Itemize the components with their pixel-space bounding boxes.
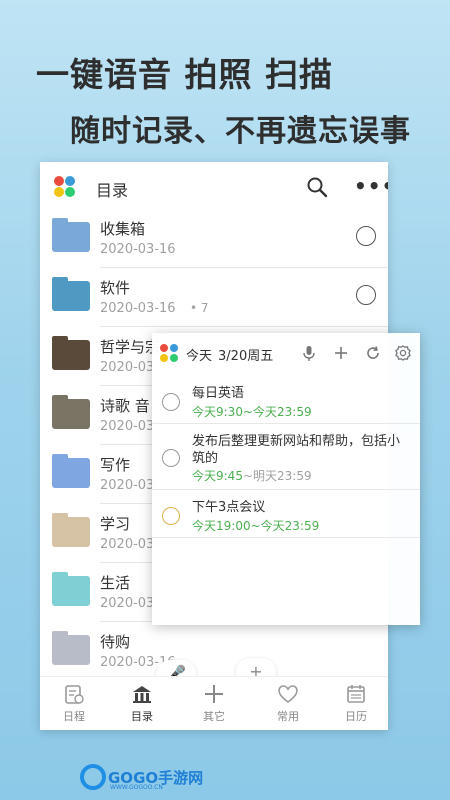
task-time-separator: ~ [242, 469, 254, 483]
task-time-end: 明天23:59 [253, 469, 312, 483]
gogo-logo-icon [80, 764, 106, 790]
search-icon[interactable] [306, 176, 328, 198]
catalog-icon [133, 686, 151, 703]
philosophy-folder-icon [52, 336, 90, 370]
folder-date: 2020-03- [100, 537, 160, 552]
task-time: 今天9:45~明天23:59 [192, 467, 312, 484]
task-time-separator: ~ [242, 405, 254, 419]
top-bar: 目录 ••• [40, 162, 388, 212]
inbox-folder-icon [52, 218, 90, 252]
app-logo-icon [54, 176, 76, 198]
task-title: 每日英语 [192, 386, 245, 401]
settings-icon[interactable] [394, 344, 412, 362]
task-time-start: 今天19:00 [192, 519, 251, 533]
tab-catalog[interactable]: 目录 [114, 683, 170, 724]
add-icon[interactable] [332, 344, 350, 362]
select-radio[interactable] [356, 285, 376, 305]
task-title: 下午3点会议 [192, 500, 266, 515]
tab-label: 目录 [131, 710, 153, 723]
study-folder-icon [52, 513, 90, 547]
promo-line-2: 随时记录、不再遗忘误事 [70, 114, 411, 149]
tab-schedule[interactable]: 日程 [46, 683, 102, 724]
divider [152, 489, 420, 490]
today-widget: 今天 3/20周五 每日英语 今天9:30~今天23:59 发布后整理更新网站和帮… [152, 333, 420, 625]
folder-name: 生活 [100, 574, 131, 592]
folder-count: • 7 [190, 301, 209, 315]
refresh-icon[interactable] [364, 344, 382, 362]
folder-name: 写作 [100, 456, 131, 474]
divider [100, 267, 388, 268]
folder-row[interactable]: 软件 2020-03-16 • 7 [40, 271, 388, 327]
task-title: 发布后整理更新网站和帮助，包括小筑的 [192, 434, 401, 466]
plus-icon [205, 685, 223, 703]
task-time-end: 今天23:59 [260, 519, 320, 533]
promo-line-1: 一键语音 拍照 扫描 [36, 55, 333, 94]
folder-name: 哲学与宗 [100, 338, 161, 356]
task-time: 今天9:30~今天23:59 [192, 403, 312, 420]
footer-url: WWW.GOGOO.CN [110, 784, 163, 791]
schedule-icon [65, 685, 84, 704]
folder-date: 2020-03- [100, 419, 160, 434]
tab-label: 其它 [203, 710, 225, 723]
folder-name: 软件 [100, 279, 131, 297]
tab-label: 日程 [63, 710, 85, 723]
folder-date: 2020-03-16 [100, 301, 176, 316]
folder-name: 待购 [100, 633, 131, 651]
today-date: 3/20周五 [218, 349, 274, 364]
heart-icon [278, 685, 298, 704]
tab-favorites[interactable]: 常用 [260, 683, 316, 724]
divider [152, 423, 420, 424]
task-checkbox[interactable] [162, 393, 180, 411]
folder-date: 2020-03- [100, 596, 160, 611]
today-title: 今天 3/20周五 [186, 345, 273, 364]
folder-date: 2020-03-16 [100, 242, 176, 257]
tab-label: 日历 [345, 710, 367, 723]
folder-name: 诗歌 音 [100, 397, 150, 415]
writing-folder-icon [52, 454, 90, 488]
divider [152, 537, 420, 538]
software-folder-icon [52, 277, 90, 311]
page-title: 目录 [96, 181, 129, 200]
task-time-start: 今天9:45 [192, 469, 243, 483]
folder-name: 学习 [100, 515, 131, 533]
poetry-folder-icon [52, 395, 90, 429]
today-label: 今天 [186, 349, 213, 364]
tab-label: 常用 [277, 710, 299, 723]
folder-row[interactable]: 待购 2020-03-16 [40, 625, 388, 681]
folder-name: 收集箱 [100, 220, 146, 238]
task-time-separator: ~ [250, 519, 261, 533]
tab-other[interactable]: 其它 [186, 683, 242, 724]
task-checkbox[interactable] [162, 507, 180, 525]
shopping-folder-icon [52, 631, 90, 665]
bottom-tab-bar: 日程 目录 其它 常用 日历 [40, 676, 388, 730]
tab-calendar[interactable]: 日历 [328, 683, 384, 724]
folder-row[interactable]: 收集箱 2020-03-16 [40, 212, 388, 268]
task-time: 今天19:00~今天23:59 [192, 517, 319, 534]
app-logo-icon [160, 344, 178, 362]
folder-date: 2020-03- [100, 478, 160, 493]
task-time-start: 今天9:30 [192, 405, 243, 419]
life-folder-icon [52, 572, 90, 606]
calendar-icon [347, 685, 365, 703]
task-checkbox[interactable] [162, 449, 180, 467]
today-header: 今天 3/20周五 [152, 333, 420, 373]
folder-date: 2020-03- [100, 360, 160, 375]
task-time-end: 今天23:59 [253, 405, 312, 419]
microphone-icon[interactable] [300, 344, 318, 362]
divider [100, 326, 388, 327]
select-radio[interactable] [356, 226, 376, 246]
more-icon[interactable]: ••• [354, 174, 388, 198]
